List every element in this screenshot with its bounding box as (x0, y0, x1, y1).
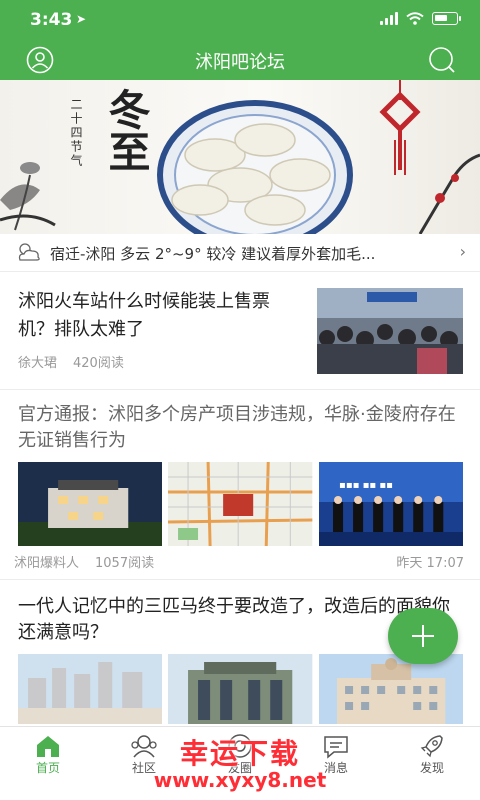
article-title: 沭阳火车站什么时候能装上售票机？排队太难了 (18, 291, 270, 340)
weather-text: 宿迁-沭阳 多云 2°~9° 较冷 建议着厚外套加毛... (50, 245, 376, 263)
tab-home[interactable]: 首页 (0, 727, 96, 800)
rocket-icon (420, 735, 443, 758)
chevron-right-icon: › (459, 242, 466, 261)
tab-community[interactable]: 社区 (96, 727, 192, 800)
article-images (18, 654, 463, 724)
community-icon (131, 735, 157, 758)
status-time: 3:43 (30, 10, 73, 30)
location-arrow-icon: ➤ (76, 12, 87, 26)
add-post-button[interactable] (388, 608, 458, 664)
home-icon (37, 736, 59, 757)
battery-icon (432, 12, 461, 25)
banner-subtitle: 二十四节气 (69, 98, 83, 168)
article-image (18, 654, 163, 724)
article-image: ▪▪▪ ▪▪ ▪▪ (318, 462, 463, 546)
friends-icon (228, 734, 252, 758)
article-thumbnail (317, 288, 463, 374)
article-title: 官方通报：沭阳多个房产项目涉违规，华脉·金陵府存在无证销售行为 (18, 404, 456, 451)
top-bar: 3:43 ➤ 沭阳吧论坛 (0, 0, 480, 80)
article-author: 徐大珺 (18, 356, 58, 371)
article-image (168, 462, 313, 546)
article-image (168, 654, 313, 724)
list-item[interactable]: 沭阳火车站什么时候能装上售票机？排队太难了 徐大珺 420阅读 (0, 272, 480, 390)
article-author: 沭阳爆料人 (14, 556, 80, 571)
article-meta: 沭阳爆料人 1057阅读 昨天 17:07 (14, 552, 464, 571)
banner-carousel[interactable]: 冬至 二十四节气 (0, 80, 480, 234)
article-reads: 420阅读 (73, 356, 124, 371)
search-icon[interactable] (428, 46, 456, 74)
tab-label: 社区 (131, 761, 156, 775)
tab-bar: 首页 社区 友圈 消息 发现 (0, 726, 480, 800)
tab-discover[interactable]: 发现 (384, 727, 480, 800)
article-meta: 徐大珺 420阅读 (18, 352, 124, 371)
tab-messages[interactable]: 消息 (288, 727, 384, 800)
status-icons (380, 12, 461, 25)
list-item[interactable]: 官方通报：沭阳多个房产项目涉违规，华脉·金陵府存在无证销售行为 ▪▪▪ ▪▪ ▪… (0, 390, 480, 580)
svg-text:▪▪▪ ▪▪ ▪▪: ▪▪▪ ▪▪ ▪▪ (339, 480, 393, 491)
tab-label: 消息 (323, 761, 348, 775)
tab-label: 发现 (419, 761, 444, 775)
tab-label: 友圈 (227, 761, 252, 775)
article-images: ▪▪▪ ▪▪ ▪▪ (18, 462, 463, 546)
article-time: 昨天 17:07 (396, 556, 464, 571)
page-title: 沭阳吧论坛 (195, 52, 285, 73)
nav-bar: 沭阳吧论坛 (0, 40, 480, 80)
article-reads: 1057阅读 (95, 556, 155, 571)
tab-friends[interactable]: 友圈 (192, 727, 288, 800)
cloud-sun-icon (18, 243, 40, 261)
article-image (18, 462, 163, 546)
weather-bar[interactable]: 宿迁-沭阳 多云 2°~9° 较冷 建议着厚外套加毛... › (0, 234, 480, 272)
tab-label: 首页 (35, 761, 60, 775)
message-icon (324, 736, 348, 759)
wifi-icon (406, 12, 424, 25)
signal-icon (380, 12, 398, 25)
article-image (318, 654, 463, 724)
status-bar: 3:43 ➤ (0, 0, 480, 40)
banner-calligraphy: 冬至 (102, 88, 151, 172)
